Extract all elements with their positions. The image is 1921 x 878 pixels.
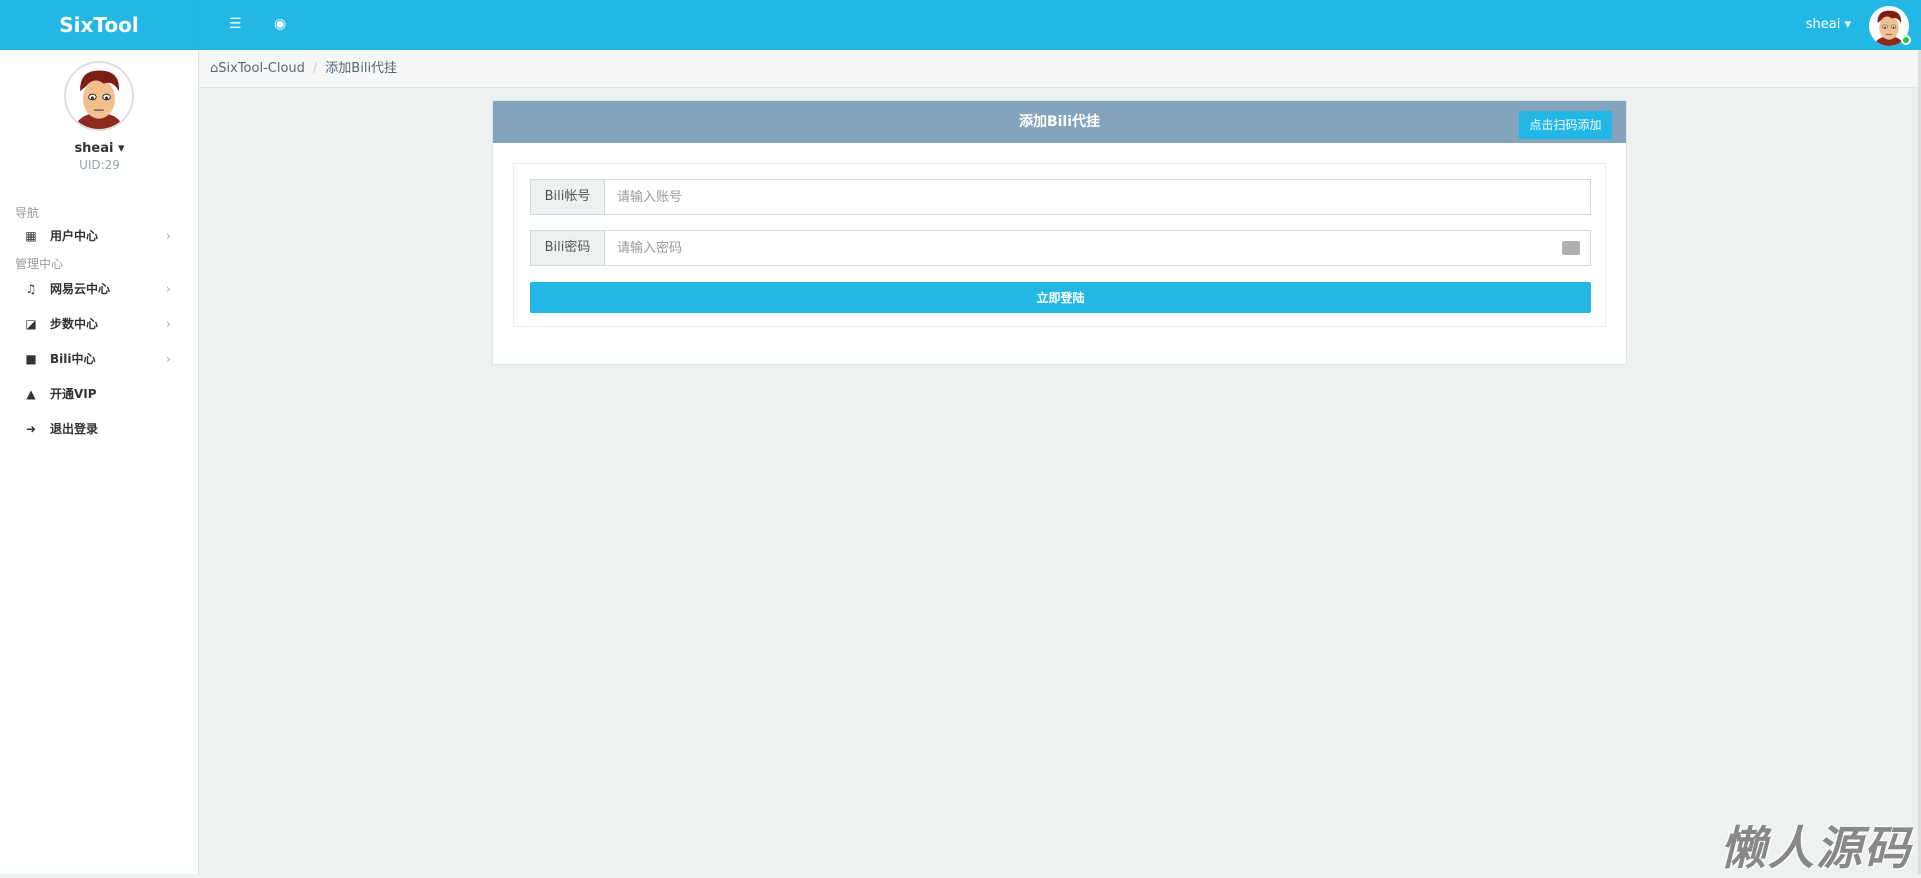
account-input[interactable] <box>605 180 1590 214</box>
login-button[interactable]: 立即登陆 <box>530 282 1591 313</box>
panel-header: 添加Bili代挂 点击扫码添加 <box>493 101 1626 143</box>
scan-qr-add-button[interactable]: 点击扫码添加 <box>1519 111 1612 139</box>
chevron-right-icon: › <box>166 352 171 366</box>
sidebar-item-user-center[interactable]: ▦ 用户中心 › <box>0 221 199 251</box>
shopping-bag-icon: ▲ <box>26 387 36 401</box>
account-input-group: Bili帐号 <box>530 179 1591 215</box>
music-icon: ♫ <box>25 282 37 296</box>
chevron-right-icon: › <box>166 229 171 243</box>
sidebar-item-label: 用户中心 <box>50 229 99 243</box>
sidebar-item-label: 步数中心 <box>50 317 99 331</box>
password-label: Bili密码 <box>531 231 605 265</box>
user-menu[interactable]: sheai ▾ <box>1806 17 1851 32</box>
password-input[interactable] <box>605 231 1590 265</box>
admin-section-label: 管理中心 <box>15 257 64 271</box>
online-status-dot <box>1901 35 1911 45</box>
sign-out-icon: ➜ <box>25 422 37 436</box>
chevron-right-icon: › <box>166 282 171 296</box>
sidebar-item-label: 开通VIP <box>50 387 97 401</box>
sidebar-item-label: Bili中心 <box>50 352 96 366</box>
sidebar-username[interactable]: sheai ▾ <box>0 141 199 156</box>
sidebar-item-logout[interactable]: ➜ 退出登录 <box>0 414 199 444</box>
user-id: UID:29 <box>79 158 120 172</box>
add-bili-panel: 添加Bili代挂 点击扫码添加 Bili帐号 Bili密码 立即登陆 <box>492 100 1627 365</box>
caret-down-icon: ▾ <box>1844 17 1851 32</box>
keyboard-icon[interactable] <box>1562 241 1580 255</box>
breadcrumb-current: 添加Bili代挂 <box>325 61 398 76</box>
menu-toggle-icon[interactable]: ☰ <box>229 16 242 32</box>
top-navbar: SixTool ☰ ◉ sheai ▾ <box>0 0 1921 50</box>
breadcrumb: ⌂SixTool-Cloud / 添加Bili代挂 <box>200 50 1918 88</box>
watermark: 懒人源码 <box>1720 821 1912 875</box>
sidebar-item-label: 退出登录 <box>50 422 99 436</box>
username: sheai <box>1805 17 1841 32</box>
sidebar-avatar[interactable] <box>64 61 134 131</box>
sidebar-item-label: 网易云中心 <box>50 282 111 296</box>
breadcrumb-separator: / <box>312 61 318 76</box>
password-input-group: Bili密码 <box>530 230 1591 266</box>
panel-title: 添加Bili代挂 <box>1018 114 1101 130</box>
sidebar: sheai ▾ UID:29 导航 ▦ 用户中心 › 管理中心 ♫ 网易云中心 › ◪ 步… <box>0 50 199 874</box>
sidebar-item-vip[interactable]: ▲ 开通VIP <box>0 379 199 409</box>
brand-logo[interactable]: SixTool <box>0 0 199 50</box>
nav-section-label: 导航 <box>15 206 40 220</box>
login-form: Bili帐号 Bili密码 立即登陆 <box>513 163 1606 327</box>
sidebar-item-bili[interactable]: ■ Bili中心 › <box>0 344 199 374</box>
video-camera-icon: ■ <box>25 352 37 366</box>
sidebar-item-netease[interactable]: ♫ 网易云中心 › <box>0 274 199 304</box>
user-circle-icon[interactable]: ◉ <box>274 16 286 32</box>
sidebar-item-steps[interactable]: ◪ 步数中心 › <box>0 309 199 339</box>
chevron-right-icon: › <box>166 317 171 331</box>
grid-icon: ▦ <box>25 229 37 243</box>
username-text: sheai <box>74 141 114 156</box>
caret-down-icon: ▾ <box>118 141 125 156</box>
breadcrumb-home[interactable]: SixTool-Cloud <box>218 61 305 76</box>
account-label: Bili帐号 <box>531 180 605 214</box>
external-link-icon: ◪ <box>25 317 37 331</box>
